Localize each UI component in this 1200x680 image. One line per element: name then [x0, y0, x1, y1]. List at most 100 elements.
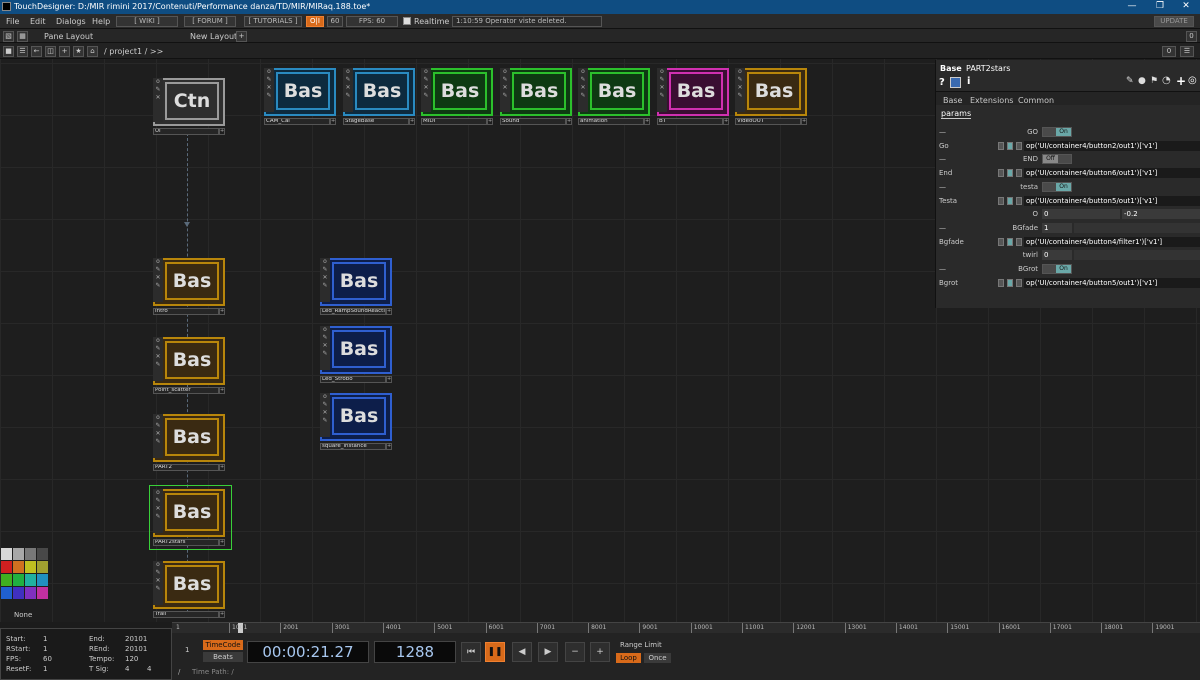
- start-value[interactable]: 1: [43, 635, 47, 643]
- node-intro[interactable]: o ✎ ✕ ✎ Bas Intro +: [153, 258, 225, 316]
- list-icon[interactable]: ☰: [17, 46, 28, 57]
- node-label[interactable]: PART2: [153, 464, 219, 471]
- param-mode-icon[interactable]: [998, 169, 1004, 178]
- node-label[interactable]: Led_RampSoundReactive: [320, 308, 386, 315]
- oii-toggle[interactable]: O|I: [306, 16, 324, 27]
- node-label[interactable]: Trail: [153, 611, 219, 618]
- star-icon[interactable]: ★: [73, 46, 84, 57]
- timecode-toggle[interactable]: TimeCode: [203, 640, 243, 650]
- settings-icon[interactable]: ◎: [1188, 75, 1197, 86]
- param-slider[interactable]: [1074, 250, 1200, 261]
- param-mode-icon[interactable]: [1007, 237, 1013, 246]
- python-icon[interactable]: [950, 77, 961, 88]
- node-point-scatter[interactable]: o ✎ ✕ ✎ Bas Point_scatter +: [153, 337, 225, 395]
- color-swatch[interactable]: [37, 561, 48, 573]
- node-plus-icon[interactable]: +: [487, 118, 493, 125]
- color-swatch[interactable]: [37, 574, 48, 586]
- path-menu-icon[interactable]: ☰: [1180, 46, 1194, 57]
- node-plus-icon[interactable]: +: [219, 539, 225, 546]
- node-plus-icon[interactable]: +: [644, 118, 650, 125]
- step-back-icon[interactable]: ◀: [512, 642, 532, 662]
- param-toggle[interactable]: Off: [1042, 154, 1072, 165]
- color-swatch[interactable]: [1, 561, 12, 573]
- node-ui[interactable]: o ✎ ✕ Ctn UI +: [153, 78, 225, 136]
- param-expression[interactable]: op('UI/container4/button5/out1')['v1']: [1024, 277, 1200, 288]
- tab-base[interactable]: Base: [943, 96, 962, 105]
- comment-icon[interactable]: ●: [1138, 76, 1146, 86]
- frame-display[interactable]: 1288: [374, 641, 456, 663]
- skip-start-icon[interactable]: ⏮: [461, 642, 481, 662]
- minus-icon[interactable]: −: [565, 642, 585, 662]
- node-videoout[interactable]: o ✎ ✕ ✎ Bas VideoOUT +: [735, 68, 807, 126]
- node-label[interactable]: MIDI: [421, 118, 487, 125]
- color-swatch[interactable]: [13, 548, 24, 560]
- node-cam-cal[interactable]: o ✎ ✕ ✎ Bas CAM_Cal +: [264, 68, 336, 126]
- node-led-ramp[interactable]: o ✎ ✕ ✎ Bas Led_RampSoundReactive +: [320, 258, 392, 316]
- once-toggle[interactable]: Once: [644, 653, 671, 663]
- param-expression[interactable]: op('UI/container4/button5/out1')['v1']: [1024, 195, 1200, 206]
- param-mode-icon[interactable]: [1016, 196, 1022, 205]
- param-toggle[interactable]: On: [1042, 264, 1072, 274]
- param-mode-icon[interactable]: [1016, 141, 1022, 150]
- param-mode-icon[interactable]: [1007, 141, 1013, 150]
- network-path[interactable]: / project1 / >>: [104, 47, 163, 56]
- node-plus-icon[interactable]: +: [801, 118, 807, 125]
- plus-icon[interactable]: +: [590, 642, 610, 662]
- param-toggle[interactable]: On: [1042, 127, 1072, 137]
- node-label[interactable]: CAM_Cal: [264, 118, 330, 125]
- node-midi[interactable]: o ✎ ✕ ✎ Bas MIDI +: [421, 68, 493, 126]
- restore-icon[interactable]: ❐: [1148, 1, 1172, 11]
- param-value-y[interactable]: -0.2: [1122, 209, 1200, 220]
- color-swatch[interactable]: [37, 548, 48, 560]
- tab-common[interactable]: Common: [1018, 96, 1054, 105]
- split-icon[interactable]: ◫: [45, 46, 56, 57]
- add-icon[interactable]: +: [59, 46, 70, 57]
- menu-file[interactable]: File: [6, 17, 19, 26]
- node-label[interactable]: BT: [657, 118, 723, 125]
- fps-value[interactable]: 60: [43, 655, 52, 663]
- beats-toggle[interactable]: Beats: [203, 652, 243, 662]
- param-toggle[interactable]: On: [1042, 181, 1072, 192]
- param-mode-icon[interactable]: [1007, 169, 1013, 178]
- node-led-strobo[interactable]: o ✎ ✕ ✎ Bas Led_Strobo +: [320, 326, 392, 384]
- node-plus-icon[interactable]: +: [330, 118, 336, 125]
- pane-layout-label[interactable]: Pane Layout: [44, 32, 93, 41]
- color-swatch[interactable]: [25, 574, 36, 586]
- param-mode-icon[interactable]: [998, 196, 1004, 205]
- close-icon[interactable]: ✕: [1174, 1, 1198, 11]
- node-plus-icon[interactable]: +: [219, 128, 225, 135]
- path-zero-button[interactable]: 0: [1162, 46, 1176, 57]
- pane-split-icon[interactable]: ▧: [3, 31, 14, 42]
- node-part2[interactable]: o ✎ ✕ ✎ Bas PART2 +: [153, 414, 225, 472]
- node-plus-icon[interactable]: +: [219, 387, 225, 394]
- param-mode-icon[interactable]: [998, 237, 1004, 246]
- loop-toggle[interactable]: Loop: [616, 653, 641, 663]
- stop-icon[interactable]: ■: [3, 46, 14, 57]
- wiki-button[interactable]: [ WIKI ]: [116, 16, 178, 27]
- pane-zero-button[interactable]: 0: [1186, 31, 1197, 42]
- pause-icon[interactable]: ❚❚: [485, 642, 505, 662]
- forum-button[interactable]: [ FORUM ]: [184, 16, 236, 27]
- node-plus-icon[interactable]: +: [386, 376, 392, 383]
- tab-params[interactable]: params: [941, 109, 972, 119]
- node-label[interactable]: Led_Strobo: [320, 376, 386, 383]
- end-value[interactable]: 20101: [125, 635, 147, 643]
- info-icon[interactable]: i: [967, 76, 970, 87]
- color-swatch[interactable]: [25, 548, 36, 560]
- node-plus-icon[interactable]: +: [219, 464, 225, 471]
- menu-edit[interactable]: Edit: [30, 17, 46, 26]
- node-plus-icon[interactable]: +: [386, 443, 392, 450]
- color-swatch[interactable]: [13, 574, 24, 586]
- color-swatch[interactable]: [1, 548, 12, 560]
- rend-value[interactable]: 20101: [125, 645, 147, 653]
- param-op-name[interactable]: PART2stars: [966, 64, 1010, 73]
- param-number[interactable]: 1: [1042, 222, 1072, 233]
- node-sound[interactable]: o ✎ ✕ ✎ Bas Sound +: [500, 68, 572, 126]
- rstart-value[interactable]: 1: [43, 645, 47, 653]
- node-label[interactable]: square_instance: [320, 443, 386, 450]
- node-label[interactable]: Intro: [153, 308, 219, 315]
- param-mode-icon[interactable]: [998, 278, 1004, 287]
- node-label[interactable]: Point_scatter: [153, 387, 219, 394]
- pane-menu-icon[interactable]: ▦: [17, 31, 28, 42]
- play-icon[interactable]: ▶: [538, 642, 558, 662]
